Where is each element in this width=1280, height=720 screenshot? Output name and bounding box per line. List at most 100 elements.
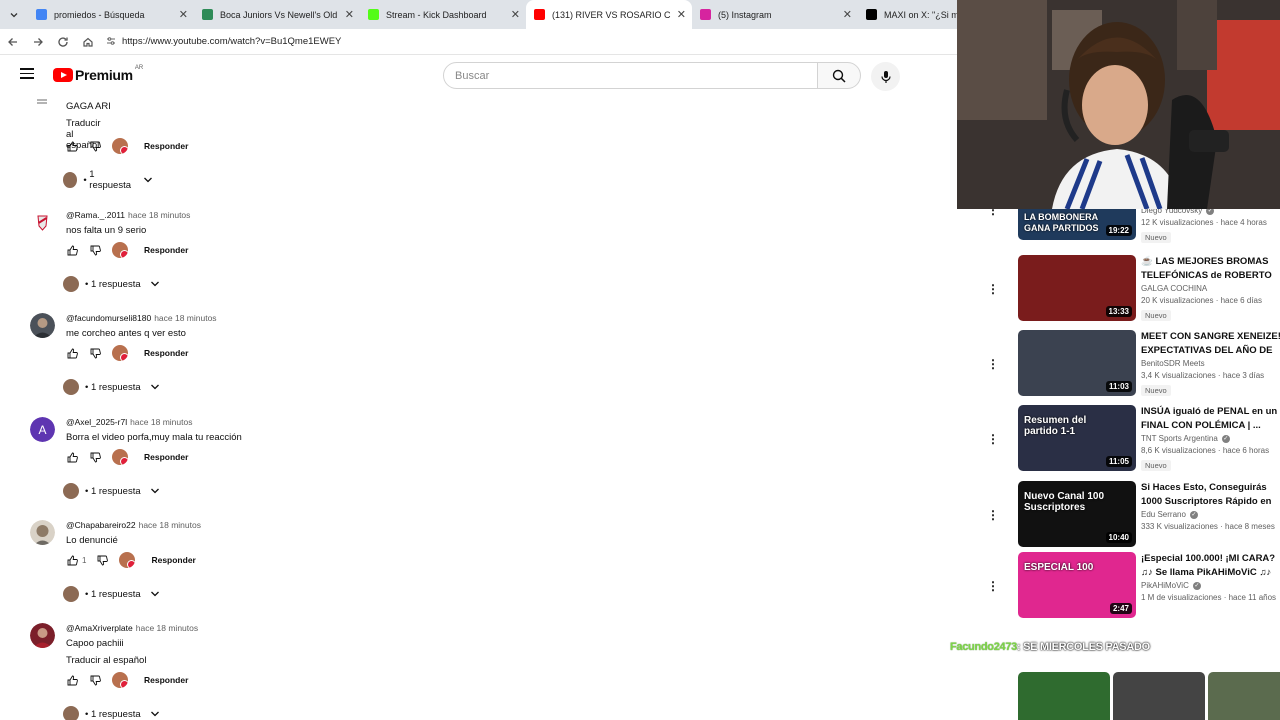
- dislike-icon[interactable]: [89, 451, 101, 463]
- comment-text: GAGA ARI: [66, 101, 111, 112]
- shorts-thumbnail[interactable]: [1208, 672, 1280, 720]
- comment-time[interactable]: hace 18 minutos: [128, 210, 190, 220]
- video-title[interactable]: INSÚA igualó de PENAL en un FINAL CON PO…: [1141, 405, 1280, 432]
- reply-button[interactable]: Responder: [144, 141, 188, 151]
- browser-tab[interactable]: Boca Juniors Vs Newell's Old Boys ✕: [194, 0, 360, 29]
- reply-button[interactable]: Responder: [144, 675, 188, 685]
- tab-close-icon[interactable]: ✕: [843, 8, 852, 21]
- video-thumbnail[interactable]: ESPECIAL 100 2:47: [1018, 552, 1136, 618]
- browser-tab[interactable]: (131) RIVER VS ROSARIO CENTRAL ✕: [526, 0, 692, 29]
- youtube-premium-logo[interactable]: Premium AR: [53, 65, 143, 83]
- translate-link[interactable]: Traducir al español: [66, 655, 146, 666]
- dislike-icon[interactable]: [89, 244, 101, 256]
- related-video-item[interactable]: ⋮ Nuevo Canal 100 Suscriptores 10:40 Si Hac…: [957, 481, 1280, 553]
- shorts-thumbnail[interactable]: [1113, 672, 1205, 720]
- like-icon[interactable]: [66, 451, 78, 463]
- comment-time[interactable]: hace 18 minutos: [139, 520, 201, 530]
- view-replies-button[interactable]: • 1 respuesta: [63, 276, 161, 292]
- reload-button[interactable]: [50, 29, 75, 55]
- shorts-thumbnail[interactable]: [1018, 672, 1110, 720]
- forward-button[interactable]: [25, 29, 50, 55]
- like-icon[interactable]: [66, 347, 78, 359]
- view-replies-button[interactable]: • 1 respuesta: [63, 586, 161, 602]
- home-button[interactable]: [75, 29, 100, 55]
- like-icon[interactable]: [66, 554, 78, 566]
- reply-button[interactable]: Responder: [144, 245, 188, 255]
- tab-close-icon[interactable]: ✕: [179, 8, 188, 21]
- voice-search-button[interactable]: [871, 62, 900, 91]
- reply-button[interactable]: Responder: [144, 452, 188, 462]
- channel-name[interactable]: GALGA COCHINA: [1141, 284, 1207, 293]
- more-actions-icon[interactable]: ⋮: [987, 433, 999, 445]
- like-icon[interactable]: [66, 674, 78, 686]
- browser-tab[interactable]: (5) Instagram ✕: [692, 0, 858, 29]
- browser-tab[interactable]: Stream - Kick Dashboard ✕: [360, 0, 526, 29]
- more-actions-icon[interactable]: ⋮: [987, 209, 999, 216]
- site-info-icon[interactable]: [106, 36, 116, 48]
- commenter-avatar[interactable]: [30, 623, 55, 648]
- view-replies-button[interactable]: • 1 respuesta: [63, 379, 161, 395]
- comment-author[interactable]: @Chapabareiro22: [66, 520, 136, 530]
- channel-name[interactable]: Diego Yudcovsky: [1141, 209, 1202, 215]
- dislike-icon[interactable]: [89, 674, 101, 686]
- comment-thread: @Rama._.2011 hace 18 minutos nos falta un …: [0, 210, 900, 310]
- tab-close-icon[interactable]: ✕: [511, 8, 520, 21]
- comment-author[interactable]: @Rama._.2011: [66, 210, 125, 220]
- dislike-icon[interactable]: [89, 140, 101, 152]
- more-actions-icon[interactable]: ⋮: [987, 509, 999, 521]
- search-button[interactable]: [817, 62, 861, 89]
- comment-text: Lo denuncié: [66, 535, 118, 546]
- comment-time[interactable]: hace 18 minutos: [130, 417, 192, 427]
- like-icon[interactable]: [66, 140, 78, 152]
- more-actions-icon[interactable]: ⋮: [987, 580, 999, 592]
- browser-tab[interactable]: promiedos - Búsqueda ✕: [28, 0, 194, 29]
- video-title[interactable]: ☕ LAS MEJORES BROMAS TELEFÓNICAS de ROBE…: [1141, 255, 1280, 282]
- more-actions-icon[interactable]: ⋮: [987, 358, 999, 370]
- commenter-avatar[interactable]: [30, 520, 55, 545]
- channel-name[interactable]: TNT Sports Argentina: [1141, 434, 1218, 443]
- url-field[interactable]: https://www.youtube.com/watch?v=Bu1Qme1E…: [106, 31, 946, 52]
- search-input[interactable]: Buscar: [443, 62, 818, 89]
- commenter-avatar[interactable]: A: [30, 417, 55, 442]
- comment-time[interactable]: hace 18 minutos: [154, 313, 216, 323]
- more-actions-icon[interactable]: ⋮: [987, 283, 999, 295]
- video-thumbnail[interactable]: Nuevo Canal 100 Suscriptores 10:40: [1018, 481, 1136, 547]
- related-video-item[interactable]: ⋮ Resumen del partido 1-1 11:05 INSÚA igual…: [957, 405, 1280, 477]
- commenter-avatar[interactable]: [30, 313, 55, 338]
- creator-heart-avatar: [112, 242, 128, 258]
- video-thumbnail[interactable]: LA BOMBONERA GANA PARTIDOS 19:22: [1018, 209, 1136, 240]
- comment-time[interactable]: hace 18 minutos: [136, 623, 198, 633]
- comment-author[interactable]: @AmaXriverplate: [66, 623, 133, 633]
- like-icon[interactable]: [66, 244, 78, 256]
- dislike-icon[interactable]: [89, 347, 101, 359]
- reply-button[interactable]: Responder: [144, 348, 188, 358]
- video-title[interactable]: ¡Especial 100.000! ¡MI CARA? ♫♪ Se llama…: [1141, 552, 1280, 579]
- view-replies-button[interactable]: • 1 respuesta: [63, 169, 153, 191]
- reply-button[interactable]: Responder: [151, 555, 195, 565]
- tab-close-icon[interactable]: ✕: [345, 8, 354, 21]
- video-thumbnail[interactable]: 11:03: [1018, 330, 1136, 396]
- related-video-item[interactable]: ⋮ 11:03 MEET CON SANGRE XENEIZE! EXPECTATI…: [957, 330, 1280, 402]
- tab-search-menu-button[interactable]: [0, 0, 28, 29]
- new-badge: Nuevo: [1141, 385, 1171, 396]
- comment-author[interactable]: @Axel_2025-r7l: [66, 417, 127, 427]
- channel-name[interactable]: Edu Serrano: [1141, 510, 1186, 519]
- channel-name[interactable]: PikAHiMoViC: [1141, 581, 1189, 590]
- video-title[interactable]: MEET CON SANGRE XENEIZE! EXPECTATIVAS DE…: [1141, 330, 1280, 357]
- view-replies-button[interactable]: • 1 respuesta: [63, 706, 161, 720]
- browser-tab[interactable]: MAXI on X: "¿Si mi: [858, 0, 963, 29]
- back-button[interactable]: [0, 29, 25, 55]
- tab-close-icon[interactable]: ✕: [677, 8, 686, 21]
- comment-author[interactable]: @facundomurseli8180: [66, 313, 151, 323]
- channel-row: Diego Yudcovsky ✓: [1141, 209, 1280, 215]
- related-video-item[interactable]: ⋮ ESPECIAL 100 2:47 ¡Especial 100.000! ¡MI …: [957, 552, 1280, 624]
- video-thumbnail[interactable]: 13:33: [1018, 255, 1136, 321]
- commenter-avatar[interactable]: [30, 210, 55, 235]
- channel-name[interactable]: BenitoSDR Meets: [1141, 359, 1205, 368]
- video-thumbnail[interactable]: Resumen del partido 1-1 11:05: [1018, 405, 1136, 471]
- dislike-icon[interactable]: [96, 554, 108, 566]
- guide-menu-icon[interactable]: [20, 68, 34, 79]
- video-title[interactable]: Si Haces Esto, Conseguirás 1000 Suscript…: [1141, 481, 1280, 508]
- view-replies-button[interactable]: • 1 respuesta: [63, 483, 161, 499]
- related-video-item[interactable]: ⋮ 13:33 ☕ LAS MEJORES BROMAS TELEFÓNICAS d…: [957, 255, 1280, 327]
